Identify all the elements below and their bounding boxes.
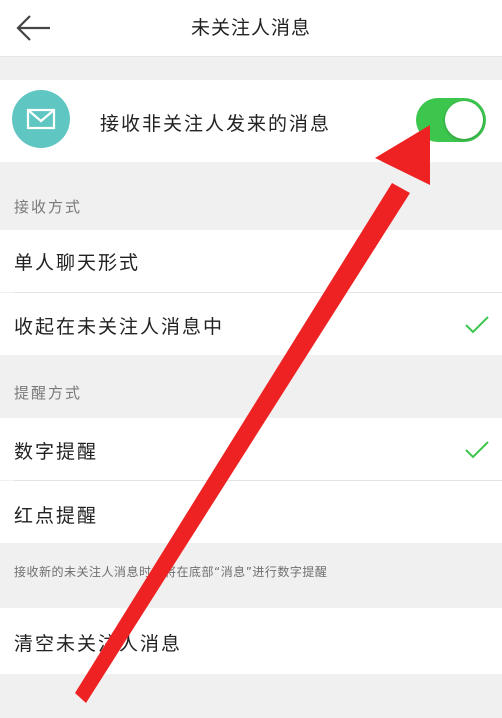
- mail-icon: [26, 108, 56, 130]
- page-title: 未关注人消息: [190, 17, 311, 39]
- clear-messages-label: 清空未关注人消息: [14, 633, 183, 655]
- receive-toggle-row: 接收非关注人发来的消息: [0, 80, 502, 162]
- screen: 未关注人消息 接收非关注人发来的消息 接收方式 单人聊天形式 收起在未关注人消息…: [0, 0, 502, 718]
- check-icon: [464, 440, 490, 460]
- option-label: 红点提醒: [14, 505, 99, 527]
- receive-toggle-label: 接收非关注人发来的消息: [100, 113, 332, 135]
- section-label-reminder-mode: 提醒方式: [14, 384, 83, 402]
- option-label: 收起在未关注人消息中: [14, 316, 225, 338]
- option-single-chat[interactable]: 单人聊天形式: [0, 230, 502, 292]
- check-icon: [464, 315, 490, 335]
- mail-icon-badge: [12, 90, 70, 148]
- section-label-receive-mode: 接收方式: [14, 198, 83, 216]
- option-red-dot-reminder[interactable]: 红点提醒: [0, 481, 502, 543]
- receive-toggle-switch[interactable]: [416, 98, 486, 142]
- reminder-note: 接收新的未关注人消息时，将在底部“消息”进行数字提醒: [14, 565, 328, 579]
- option-collapse[interactable]: 收起在未关注人消息中: [0, 293, 502, 355]
- option-number-reminder[interactable]: 数字提醒: [0, 418, 502, 480]
- toggle-knob: [445, 101, 483, 139]
- clear-messages-row[interactable]: 清空未关注人消息: [0, 608, 502, 674]
- option-label: 单人聊天形式: [14, 252, 141, 274]
- option-label: 数字提醒: [14, 441, 99, 463]
- nav-bar: 未关注人消息: [0, 0, 502, 57]
